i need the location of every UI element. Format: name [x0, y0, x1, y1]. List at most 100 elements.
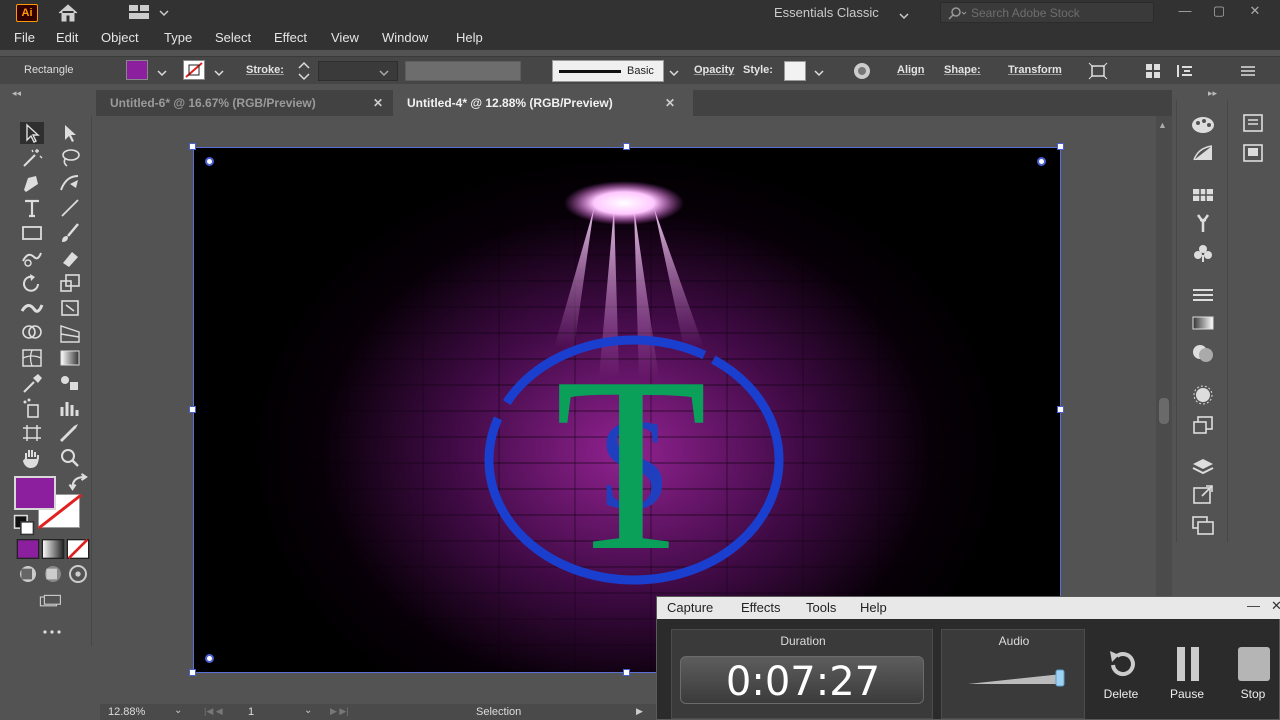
- artboard[interactable]: S T: [193, 147, 1061, 673]
- selection-handle[interactable]: [189, 406, 196, 413]
- chevron-down-icon[interactable]: [158, 6, 170, 18]
- export-asset-icon[interactable]: [1190, 484, 1216, 506]
- pen-tool-icon[interactable]: [20, 172, 44, 194]
- pause-button[interactable]: Pause: [1159, 645, 1215, 707]
- column-graph-tool-icon[interactable]: [58, 397, 82, 419]
- recorder-menu-capture[interactable]: Capture: [667, 600, 713, 615]
- menu-effect[interactable]: Effect: [274, 30, 307, 45]
- corner-radius-widget[interactable]: [1037, 157, 1046, 166]
- gradient-mode-icon[interactable]: [41, 538, 65, 559]
- symbols-icon[interactable]: [1190, 242, 1216, 264]
- menu-view[interactable]: View: [331, 30, 359, 45]
- next-artboard-icon[interactable]: ▶ ▶|: [330, 706, 349, 717]
- corner-radius-widget[interactable]: [205, 157, 214, 166]
- fill-color-swatch[interactable]: [126, 60, 148, 80]
- graphic-style-swatch[interactable]: [784, 61, 806, 81]
- color-mode-icon[interactable]: [16, 538, 40, 559]
- properties-panel-icon[interactable]: [1240, 112, 1266, 134]
- menu-help[interactable]: Help: [456, 30, 483, 45]
- chevron-down-icon[interactable]: ⌄: [304, 705, 312, 716]
- status-menu-icon[interactable]: ▶: [636, 706, 643, 717]
- selection-handle[interactable]: [1057, 143, 1064, 150]
- stroke-label[interactable]: Stroke:: [246, 64, 284, 76]
- panel-menu-icon[interactable]: [1238, 62, 1258, 80]
- blend-tool-icon[interactable]: [58, 372, 82, 394]
- chevron-down-icon[interactable]: [668, 66, 680, 77]
- stock-search[interactable]: [940, 2, 1154, 23]
- workspace-switcher[interactable]: Essentials Classic: [774, 5, 879, 20]
- first-artboard-icon[interactable]: |◀ ◀: [204, 706, 223, 717]
- menu-edit[interactable]: Edit: [56, 30, 78, 45]
- brushes-icon[interactable]: [1190, 212, 1216, 234]
- maximize-button[interactable]: ▢: [1204, 2, 1234, 22]
- swap-fill-stroke-icon[interactable]: [68, 472, 88, 491]
- draw-inside-icon[interactable]: [66, 563, 87, 583]
- transform-link[interactable]: Transform: [1008, 64, 1062, 76]
- screen-mode-icon[interactable]: [38, 590, 68, 607]
- collapse-panels-icon[interactable]: ▸▸: [1208, 88, 1217, 99]
- chevron-down-icon[interactable]: [813, 66, 825, 77]
- eyedropper-tool-icon[interactable]: [20, 372, 44, 394]
- type-tool-icon[interactable]: [20, 197, 44, 219]
- rotate-tool-icon[interactable]: [20, 272, 44, 294]
- scroll-up-icon[interactable]: ▲: [1158, 120, 1167, 130]
- libraries-panel-icon[interactable]: [1240, 142, 1266, 164]
- selection-handle[interactable]: [1057, 406, 1064, 413]
- recorder-menu-tools[interactable]: Tools: [806, 600, 836, 615]
- line-tool-icon[interactable]: [58, 197, 82, 219]
- chevron-down-icon[interactable]: [378, 66, 390, 77]
- close-tab-icon[interactable]: ✕: [665, 90, 675, 116]
- layers-icon[interactable]: [1190, 456, 1216, 478]
- isolate-icon[interactable]: [1088, 62, 1108, 80]
- eraser-tool-icon[interactable]: [58, 247, 82, 269]
- draw-behind-icon[interactable]: [41, 563, 61, 582]
- distribute-icon[interactable]: [1176, 62, 1196, 80]
- shaper-tool-icon[interactable]: [20, 247, 44, 269]
- chevron-down-icon[interactable]: ⌄: [174, 705, 182, 716]
- appearance-icon[interactable]: [1190, 384, 1216, 406]
- shape-link[interactable]: Shape:: [944, 64, 981, 76]
- free-transform-tool-icon[interactable]: [58, 297, 82, 319]
- recorder-menu-effects[interactable]: Effects: [741, 600, 781, 615]
- edit-toolbar-icon[interactable]: [40, 621, 64, 634]
- menu-window[interactable]: Window: [382, 30, 428, 45]
- default-fill-stroke-icon[interactable]: [12, 514, 35, 536]
- stroke-color-swatch[interactable]: [183, 60, 205, 80]
- draw-normal-icon[interactable]: [16, 563, 36, 582]
- selection-handle[interactable]: [189, 669, 196, 676]
- artboards-panel-icon[interactable]: [1190, 514, 1216, 536]
- scroll-thumb[interactable]: [1159, 398, 1169, 424]
- gradient-tool-icon[interactable]: [58, 347, 82, 369]
- slice-tool-icon[interactable]: [58, 422, 82, 444]
- minimize-button[interactable]: —: [1170, 2, 1200, 22]
- rectangle-tool-icon[interactable]: [20, 222, 44, 244]
- zoom-level[interactable]: 12.88%: [108, 706, 145, 718]
- menu-object[interactable]: Object: [101, 30, 139, 45]
- selection-handle[interactable]: [189, 143, 196, 150]
- stroke-stepper[interactable]: [296, 60, 312, 82]
- lasso-tool-icon[interactable]: [58, 147, 82, 169]
- perspective-grid-icon[interactable]: [58, 322, 82, 344]
- paintbrush-tool-icon[interactable]: [58, 222, 82, 244]
- delete-button[interactable]: Delete: [1093, 645, 1149, 707]
- none-mode-icon[interactable]: [66, 538, 90, 560]
- recorder-minimize-button[interactable]: —: [1247, 598, 1260, 613]
- artboard-tool-icon[interactable]: [20, 422, 44, 444]
- color-panel-icon[interactable]: [1190, 114, 1216, 136]
- chevron-down-icon[interactable]: [213, 66, 225, 77]
- tab-untitled-4[interactable]: Untitled-4* @ 12.88% (RGB/Preview) ✕: [393, 90, 693, 116]
- zoom-tool-icon[interactable]: [58, 447, 82, 469]
- corner-radius-widget[interactable]: [205, 654, 214, 663]
- artboard-number[interactable]: 1: [248, 706, 254, 718]
- close-tab-icon[interactable]: ✕: [373, 90, 383, 116]
- selection-handle[interactable]: [623, 669, 630, 676]
- transparency-icon[interactable]: [1190, 342, 1216, 364]
- stroke-panel-icon[interactable]: [1190, 284, 1216, 306]
- recolor-artwork-icon[interactable]: [852, 62, 872, 80]
- chevron-down-icon[interactable]: [156, 66, 168, 77]
- fill-color-swatch[interactable]: [14, 476, 56, 510]
- selection-handle[interactable]: [623, 143, 630, 150]
- recorder-menu-help[interactable]: Help: [860, 600, 887, 615]
- swatches-icon[interactable]: [1190, 184, 1216, 206]
- arrange-grid-icon[interactable]: [1144, 62, 1164, 80]
